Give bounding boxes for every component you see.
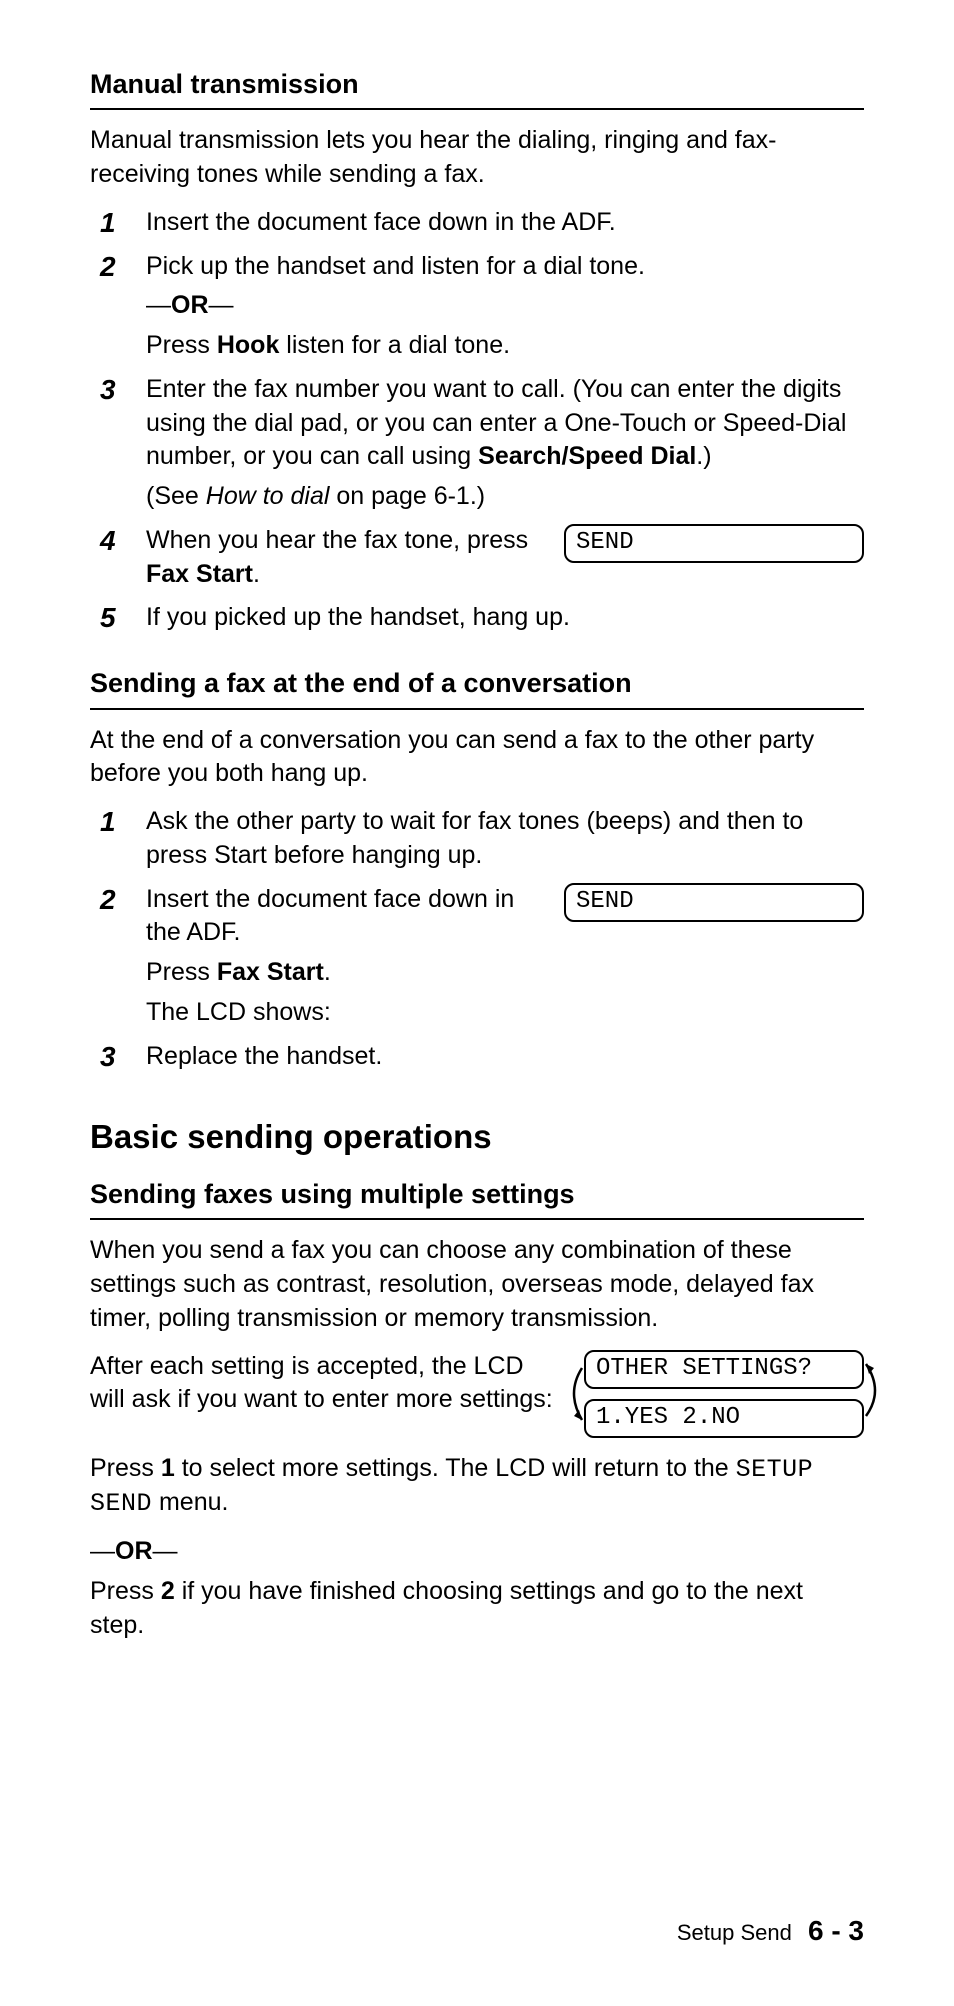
intro-manual-transmission: Manual transmission lets you hear the di… [90, 124, 864, 192]
step-item: 4When you hear the fax tone, press Fax S… [90, 524, 864, 598]
step-line: Pick up the handset and listen for a dia… [146, 250, 864, 284]
footer-page-number: 6 - 3 [808, 1915, 864, 1946]
press-2-text: Press 2 if you have finished choosing se… [90, 1575, 864, 1643]
step-number: 1 [90, 206, 146, 240]
intro-end-of-conversation: At the end of a conversation you can sen… [90, 724, 864, 792]
step-item: 1Ask the other party to wait for fax ton… [90, 805, 864, 879]
step-body: If you picked up the handset, hang up. [146, 601, 864, 641]
step-item: 2Pick up the handset and listen for a di… [90, 250, 864, 369]
step-number: 2 [90, 250, 146, 284]
step-number: 4 [90, 524, 146, 558]
step-item: 1Insert the document face down in the AD… [90, 206, 864, 246]
step-item: 3Enter the fax number you want to call. … [90, 373, 864, 520]
intro-multiple-settings: When you send a fax you can choose any c… [90, 1234, 864, 1335]
step-number: 3 [90, 373, 146, 407]
steps-end-of-conversation: 1Ask the other party to wait for fax ton… [90, 805, 864, 1079]
press-1-text: Press 1 to select more settings. The LCD… [90, 1452, 864, 1522]
step-item: 3Replace the handset. [90, 1040, 864, 1080]
step-line: Press Hook listen for a dial tone. [146, 329, 864, 363]
lcd-display: SEND [564, 883, 864, 922]
step-line: Press Fax Start. [146, 956, 544, 990]
step-line: Replace the handset. [146, 1040, 864, 1074]
step-line: When you hear the fax tone, press Fax St… [146, 524, 544, 592]
lcd-yes-no: 1.YES 2.NO [584, 1399, 864, 1438]
lcd-other-settings: OTHER SETTINGS? [584, 1350, 864, 1389]
heading-end-of-conversation: Sending a fax at the end of a conversati… [90, 665, 864, 709]
step-line: Ask the other party to wait for fax tone… [146, 805, 864, 873]
or-separator: —OR— [146, 289, 864, 323]
step-body: Replace the handset. [146, 1040, 864, 1080]
after-settings-text: After each setting is accepted, the LCD … [90, 1350, 564, 1418]
step-line: (See How to dial on page 6-1.) [146, 480, 864, 514]
lcd-stack: OTHER SETTINGS? 1.YES 2.NO [584, 1350, 864, 1438]
step-number: 2 [90, 883, 146, 917]
step-line: Enter the fax number you want to call. (… [146, 373, 864, 474]
after-settings-row: After each setting is accepted, the LCD … [90, 1350, 864, 1438]
heading-multiple-settings: Sending faxes using multiple settings [90, 1176, 864, 1220]
step-item: 5If you picked up the handset, hang up. [90, 601, 864, 641]
step-number: 5 [90, 601, 146, 635]
step-body: When you hear the fax tone, press Fax St… [146, 524, 864, 598]
step-line: If you picked up the handset, hang up. [146, 601, 864, 635]
heading-manual-transmission: Manual transmission [90, 66, 864, 110]
step-number: 3 [90, 1040, 146, 1074]
lcd-display: SEND [564, 524, 864, 563]
step-line: Insert the document face down in the ADF… [146, 206, 864, 240]
page-footer: Setup Send 6 - 3 [677, 1912, 864, 1950]
steps-manual-transmission: 1Insert the document face down in the AD… [90, 206, 864, 641]
step-item: 2Insert the document face down in the AD… [90, 883, 864, 1036]
heading-basic-sending-operations: Basic sending operations [90, 1115, 864, 1160]
or-separator: —OR— [90, 1535, 864, 1569]
step-line: The LCD shows: [146, 996, 544, 1030]
step-body: Insert the document face down in the ADF… [146, 883, 864, 1036]
step-number: 1 [90, 805, 146, 839]
step-body: Insert the document face down in the ADF… [146, 206, 864, 246]
footer-section-label: Setup Send [677, 1920, 792, 1945]
step-line: Insert the document face down in the ADF… [146, 883, 544, 951]
loop-arrow-right-icon [860, 1356, 888, 1426]
step-body: Pick up the handset and listen for a dia… [146, 250, 864, 369]
step-body: Enter the fax number you want to call. (… [146, 373, 864, 520]
step-body: Ask the other party to wait for fax tone… [146, 805, 864, 879]
